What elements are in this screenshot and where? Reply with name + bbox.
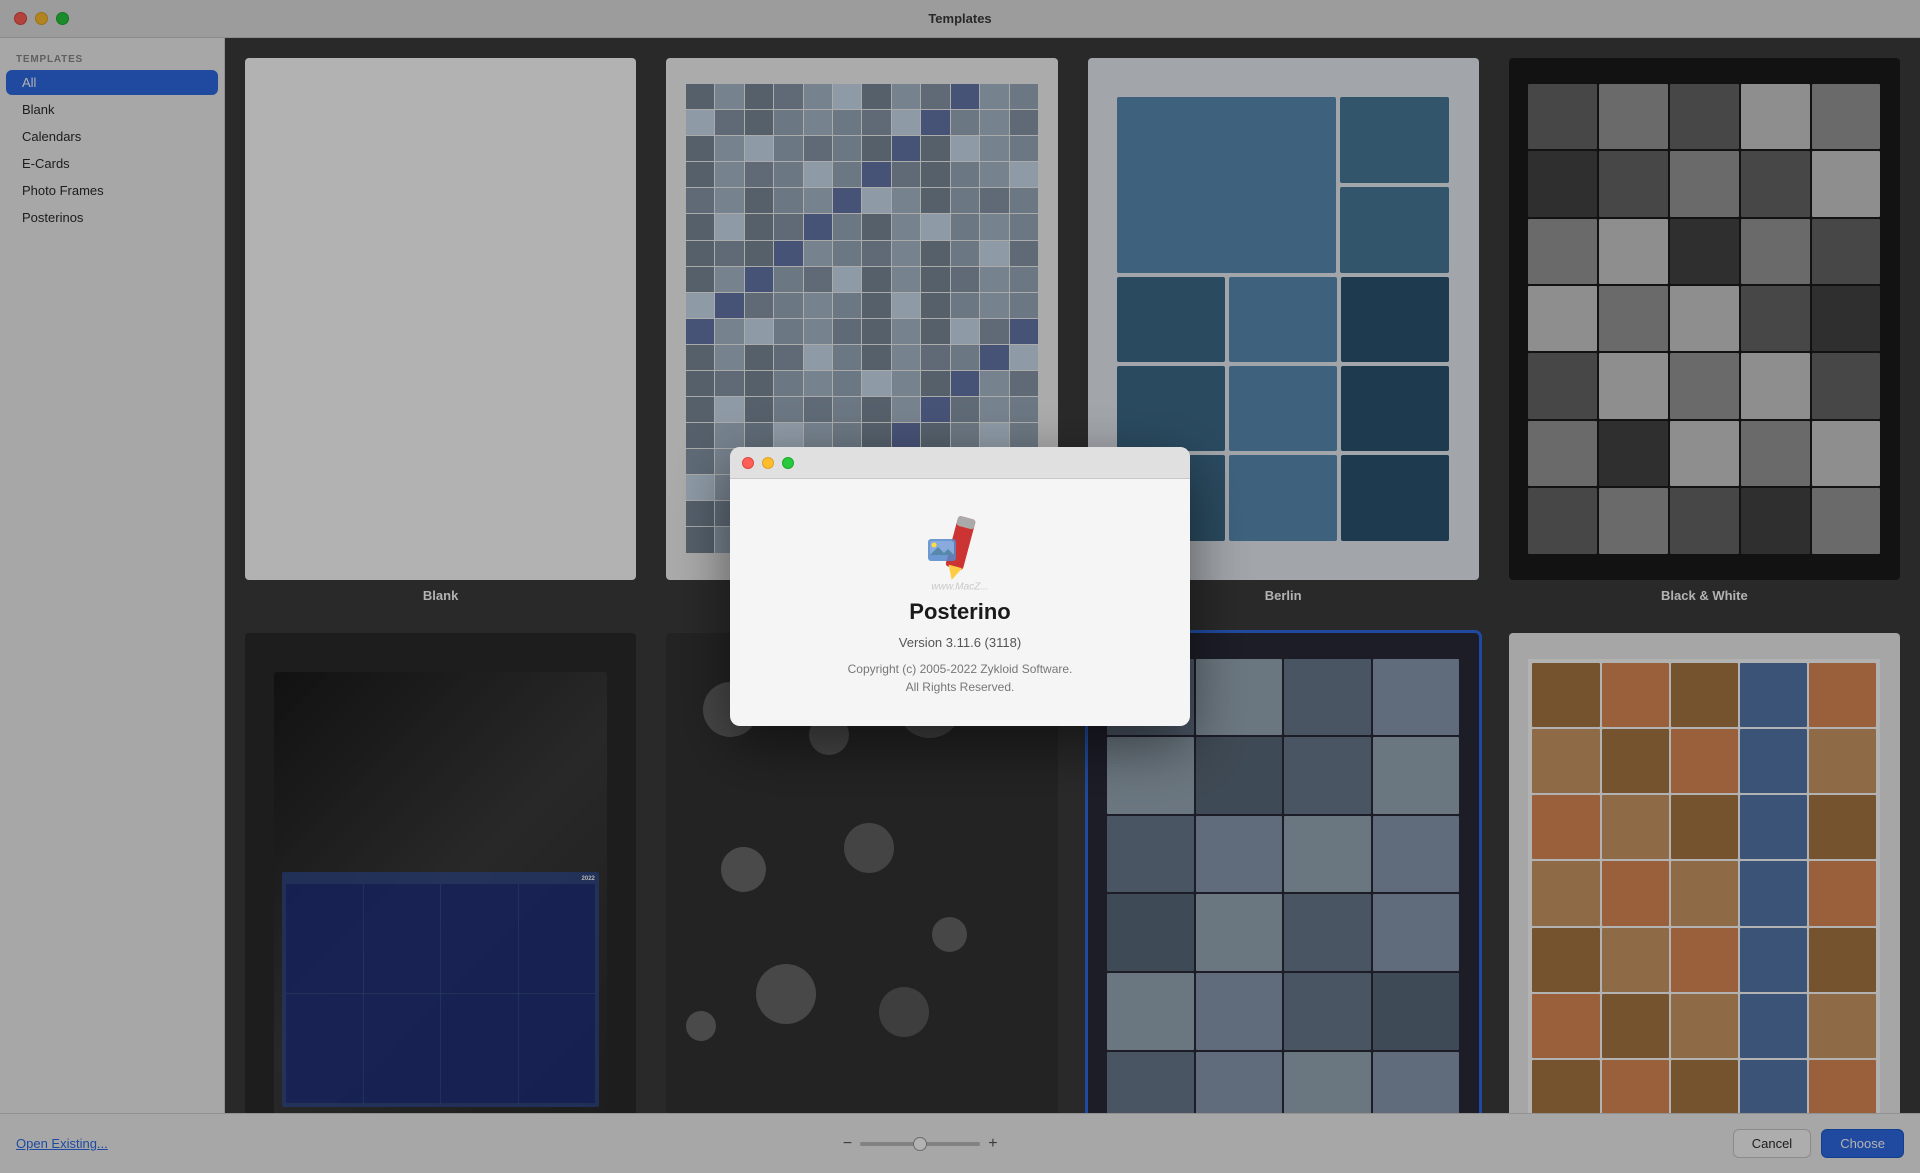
about-popup: www.MacZ... Posterino Version 3.11.6 (31… — [730, 447, 1190, 726]
popup-maximize-button[interactable] — [782, 457, 794, 469]
popup-version: Version 3.11.6 (3118) — [899, 635, 1021, 650]
popup-app-name: Posterino — [909, 599, 1010, 625]
app-icon — [920, 509, 1000, 589]
popup-body: www.MacZ... Posterino Version 3.11.6 (31… — [730, 479, 1190, 726]
popup-minimize-button[interactable] — [762, 457, 774, 469]
popup-copyright: Copyright (c) 2005-2022 Zykloid Software… — [848, 660, 1073, 696]
popup-titlebar — [730, 447, 1190, 479]
popup-close-button[interactable] — [742, 457, 754, 469]
popup-overlay[interactable]: www.MacZ... Posterino Version 3.11.6 (31… — [0, 0, 1920, 1173]
